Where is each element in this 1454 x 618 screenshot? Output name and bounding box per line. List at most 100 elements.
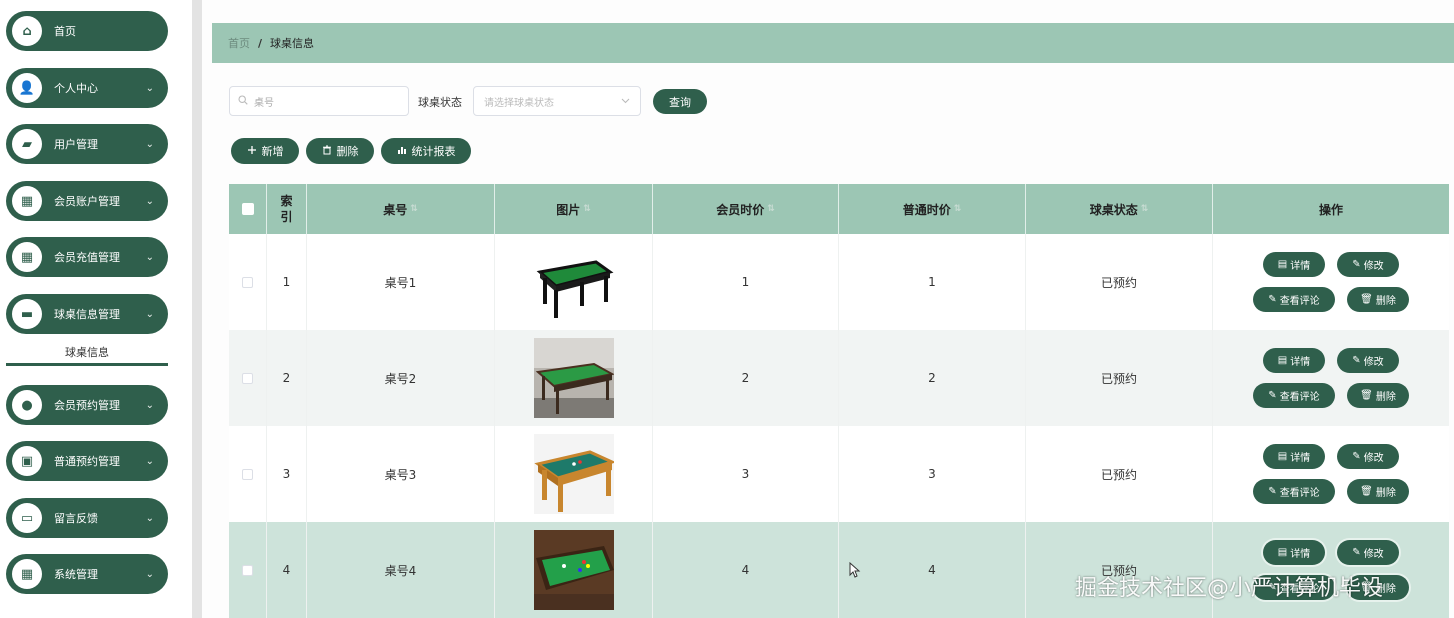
pencil-icon: ✎	[1352, 451, 1361, 462]
search-input[interactable]: 桌号	[229, 86, 409, 116]
nav-label: 留言反馈	[54, 512, 98, 525]
edit-label: 修改	[1363, 357, 1384, 368]
edit-button[interactable]: ✎ 修改	[1337, 348, 1399, 373]
edit-button[interactable]: ✎ 修改	[1337, 444, 1399, 469]
detail-button[interactable]: ▤ 详情	[1263, 540, 1325, 565]
nav-item-profile[interactable]: 👤 个人中心 ⌄	[6, 68, 168, 108]
detail-button[interactable]: ▤ 详情	[1263, 444, 1325, 469]
row-member-price: 2	[653, 330, 839, 426]
table-header: 索引 桌号 ⇅ 图片 ⇅ 会员时价 ⇅ 普通时价 ⇅ 球桌状态 ⇅ 操作	[229, 184, 1449, 234]
grid-icon: ▦	[12, 186, 42, 216]
row-checkbox[interactable]	[242, 372, 253, 384]
chevron-down-icon: ⌄	[145, 138, 154, 150]
sub-item-table-info[interactable]: 球桌信息	[6, 340, 168, 366]
row-actions: ▤ 详情 ✎ 修改 ✎ 查看评论 🗑 删除	[1213, 234, 1449, 330]
nav-item-member-accounts[interactable]: ▦ 会员账户管理 ⌄	[6, 181, 168, 221]
header-label: 操作	[1318, 202, 1343, 217]
row-select-cell	[229, 426, 267, 522]
comments-label: 查看评论	[1279, 488, 1320, 499]
document-icon: ▤	[1277, 259, 1288, 270]
row-status: 已预约	[1026, 426, 1213, 522]
header-index-label: 索引	[280, 194, 293, 224]
row-member-price: 1	[653, 234, 839, 330]
delete-label: 删除	[1375, 296, 1396, 307]
row-checkbox[interactable]	[242, 564, 253, 576]
nav-item-home[interactable]: ⌂ 首页	[6, 11, 168, 51]
billiard-table-image[interactable]	[533, 242, 614, 322]
pencil-icon: ✎	[1268, 486, 1277, 497]
search-icon	[238, 94, 248, 108]
row-normal-price: 3	[839, 426, 1026, 522]
document-icon: ▤	[1277, 355, 1288, 366]
billiard-table-image[interactable]	[533, 338, 614, 418]
header-image[interactable]: 图片 ⇅	[495, 184, 653, 234]
report-button-label: 统计报表	[411, 145, 456, 158]
detail-label: 详情	[1290, 357, 1311, 368]
detail-button[interactable]: ▤ 详情	[1263, 348, 1325, 373]
nav-item-system[interactable]: ▦ 系统管理 ⌄	[6, 554, 168, 594]
sort-icon: ⇅	[1140, 204, 1149, 214]
header-table-no[interactable]: 桌号 ⇅	[307, 184, 495, 234]
nav-item-users[interactable]: ▰ 用户管理 ⌄	[6, 124, 168, 164]
sidebar-scrollbar[interactable]	[192, 0, 202, 618]
row-index: 2	[267, 330, 307, 426]
row-actions: ▤ 详情 ✎ 修改 ✎ 查看评论 🗑 删除	[1213, 426, 1449, 522]
edit-label: 修改	[1363, 549, 1384, 560]
row-image	[495, 426, 653, 522]
billiard-table-image[interactable]	[533, 530, 614, 610]
report-button[interactable]: 统计报表	[381, 138, 471, 164]
header-member-price[interactable]: 会员时价 ⇅	[653, 184, 839, 234]
search-placeholder: 桌号	[254, 97, 274, 109]
nav-item-table-info[interactable]: ▬ 球桌信息管理 ⌄	[6, 294, 168, 334]
nav-item-normal-booking[interactable]: ▣ 普通预约管理 ⌄	[6, 441, 168, 481]
header-normal-price[interactable]: 普通时价 ⇅	[839, 184, 1026, 234]
nav-item-feedback[interactable]: ▭ 留言反馈 ⌄	[6, 498, 168, 538]
row-checkbox[interactable]	[242, 468, 253, 480]
edit-button[interactable]: ✎ 修改	[1337, 252, 1399, 277]
chevron-down-icon: ⌄	[145, 251, 154, 263]
view-comments-button[interactable]: ✎ 查看评论	[1253, 287, 1335, 312]
delete-button[interactable]: 🗑 删除	[1347, 383, 1409, 408]
delete-button[interactable]: 🗑 删除	[1347, 479, 1409, 504]
plus-icon	[247, 145, 257, 158]
row-checkbox[interactable]	[242, 276, 253, 288]
sidebar: ⌂ 首页 👤 个人中心 ⌄ ▰ 用户管理 ⌄ ▦ 会员账户管理 ⌄ ▦ 会员充值…	[0, 0, 192, 618]
pencil-icon: ✎	[1352, 355, 1361, 366]
view-comments-button[interactable]: ✎ 查看评论	[1253, 479, 1335, 504]
header-label: 会员时价	[716, 202, 765, 217]
row-member-price: 4	[653, 522, 839, 618]
sort-icon: ⇅	[953, 204, 962, 214]
breadcrumb-home[interactable]: 首页	[228, 35, 250, 51]
add-button[interactable]: 新增	[231, 138, 299, 164]
edit-label: 修改	[1363, 453, 1384, 464]
status-select[interactable]: 请选择球桌状态	[473, 86, 641, 116]
header-label: 普通时价	[902, 202, 951, 217]
breadcrumb-current: 球桌信息	[270, 37, 315, 50]
row-select-cell	[229, 330, 267, 426]
trash-icon	[322, 145, 332, 158]
header-status[interactable]: 球桌状态 ⇅	[1026, 184, 1213, 234]
select-all-checkbox[interactable]	[241, 203, 254, 215]
batch-delete-button-label: 删除	[336, 145, 359, 158]
row-select-cell	[229, 522, 267, 618]
grid-icon: ▦	[12, 559, 42, 589]
nav-item-member-booking[interactable]: ● 会员预约管理 ⌄	[6, 385, 168, 425]
row-normal-price: 2	[839, 330, 1026, 426]
nav-item-member-recharge[interactable]: ▦ 会员充值管理 ⌄	[6, 237, 168, 277]
delete-label: 删除	[1375, 488, 1396, 499]
nav-label: 会员充值管理	[54, 251, 120, 264]
edit-label: 修改	[1363, 261, 1384, 272]
breadcrumb-separator: /	[258, 36, 263, 50]
query-button[interactable]: 查询	[653, 89, 707, 114]
billiard-table-image[interactable]	[533, 434, 614, 514]
edit-button[interactable]: ✎ 修改	[1337, 540, 1399, 565]
monitor-icon: ▭	[12, 503, 42, 533]
document-icon: ▤	[1277, 451, 1288, 462]
detail-label: 详情	[1290, 453, 1311, 464]
view-comments-button[interactable]: ✎ 查看评论	[1253, 383, 1335, 408]
batch-delete-button[interactable]: 删除	[306, 138, 374, 164]
chevron-down-icon: ⌄	[145, 82, 154, 94]
detail-button[interactable]: ▤ 详情	[1263, 252, 1325, 277]
nav-label: 普通预约管理	[54, 455, 120, 468]
delete-button[interactable]: 🗑 删除	[1347, 287, 1409, 312]
